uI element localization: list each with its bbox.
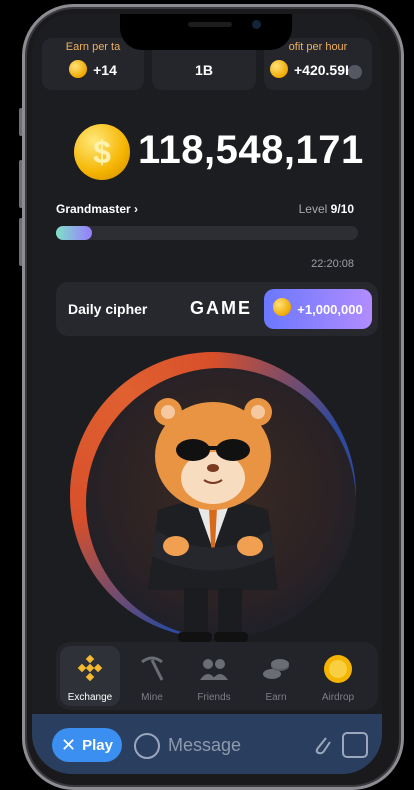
hamster-ceo-character[interactable] [78, 360, 348, 650]
rank-link[interactable]: Grandmaster › [56, 202, 138, 216]
coin-icon [273, 298, 292, 316]
nav-item-friends[interactable]: Friends [184, 646, 244, 706]
sticker-icon[interactable] [342, 732, 368, 758]
nav-item-earn[interactable]: Earn [246, 646, 306, 706]
earn-per-tap-value: +14 [93, 62, 117, 78]
phone-notch [120, 14, 292, 50]
daily-cipher-reward-button[interactable]: +1,000,000 [264, 289, 372, 329]
level-indicator: Level 9/10 [299, 202, 354, 216]
daily-cipher-title: Daily cipher [68, 301, 148, 317]
app-screen: Earn per ta +14 1B ofit per hour +420.59… [32, 14, 382, 774]
coin-icon [69, 60, 88, 79]
telegram-message-bar: ✕ Play Message [32, 714, 382, 774]
level-label: Level [298, 202, 328, 216]
level-progress-bar [56, 226, 358, 240]
daily-cipher-word: GAME [190, 298, 252, 318]
nav-item-exchange[interactable]: Exchange [60, 646, 120, 706]
nav-label-exchange: Exchange [67, 692, 113, 703]
cipher-timer: 22:20:08 [311, 258, 354, 270]
close-icon: ✕ [61, 734, 77, 755]
nav-label-friends: Friends [197, 692, 231, 703]
play-button-label: Play [82, 736, 113, 754]
friends-icon [200, 659, 228, 680]
coins-to-level-value: 1B [195, 62, 213, 78]
camera-icon [252, 20, 261, 29]
nav-label-mine: Mine [141, 692, 163, 703]
play-button[interactable]: ✕ Play [52, 728, 122, 762]
message-input[interactable]: Message [168, 735, 241, 756]
chevron-right-icon: › [134, 202, 139, 216]
bottom-nav: Exchange Mine Friends Earn Airdrop [56, 642, 378, 710]
binance-icon [77, 654, 103, 682]
nav-label-airdrop: Airdrop [321, 692, 355, 703]
emoji-icon[interactable] [134, 733, 160, 759]
coin-icon [270, 60, 288, 79]
balance-amount: 118,548,171 [138, 128, 364, 172]
speaker-grille [188, 22, 232, 27]
dollar-coin-icon: $ [74, 124, 130, 180]
nav-item-mine[interactable]: Mine [122, 646, 182, 706]
info-icon[interactable] [348, 65, 362, 79]
daily-cipher-card[interactable]: Daily cipher GAME +1,000,000 [56, 282, 378, 336]
nav-item-airdrop[interactable]: Airdrop [308, 646, 368, 706]
attach-icon[interactable] [312, 732, 332, 756]
coins-icon [263, 659, 289, 679]
tap-area[interactable] [70, 352, 356, 650]
airdrop-coin-icon [324, 655, 352, 683]
profit-per-hour-value: +420.59K [294, 62, 356, 78]
nav-label-earn: Earn [265, 692, 287, 703]
daily-cipher-reward: +1,000,000 [297, 301, 363, 317]
level-progress-fill [56, 226, 93, 240]
pickaxe-icon [141, 656, 164, 681]
balance-display: $ 118,548,171 [32, 116, 382, 186]
level-value: 9/10 [330, 202, 354, 216]
rank-name: Grandmaster [56, 202, 131, 216]
